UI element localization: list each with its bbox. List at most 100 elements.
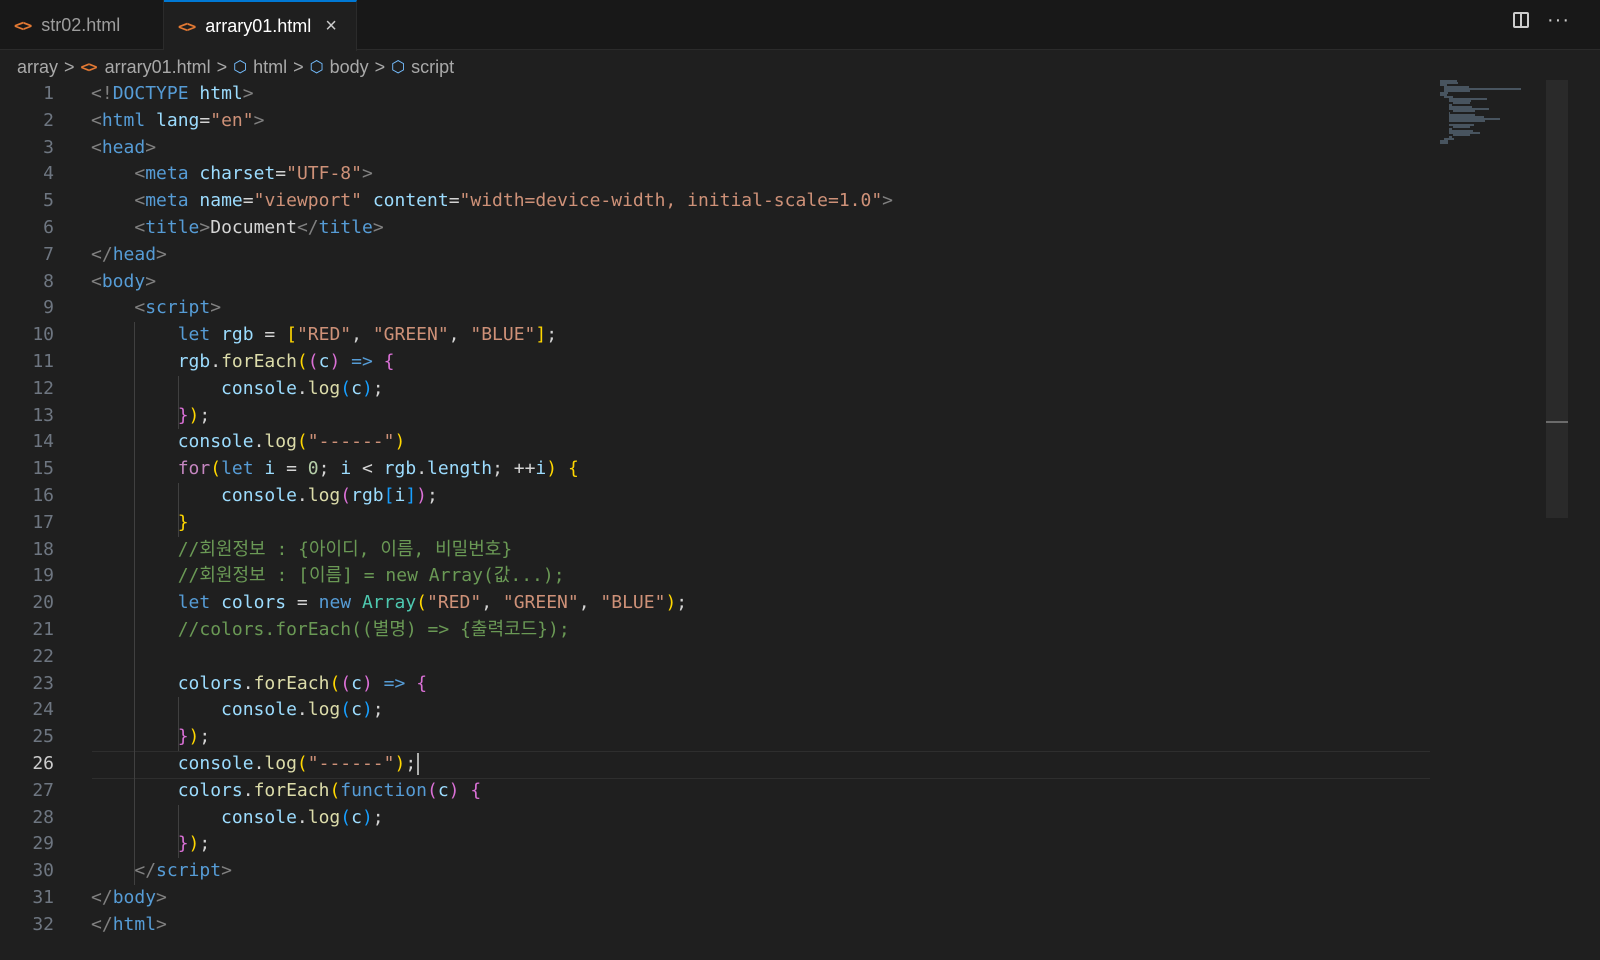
code-line[interactable]: 2 <html lang="en">: [0, 108, 1440, 135]
code-line[interactable]: 7 </head>: [0, 242, 1440, 269]
more-actions-icon[interactable]: ···: [1547, 10, 1570, 30]
code-token: i: [264, 458, 276, 480]
code-token: meta: [145, 163, 189, 185]
editor-actions: ···: [1513, 10, 1570, 30]
code-token: "------": [307, 753, 395, 774]
code-line[interactable]: 29 });: [0, 831, 1440, 858]
code-token: name: [199, 190, 243, 212]
code-line[interactable]: 20 let colors = new Array("RED", "GREEN"…: [0, 590, 1440, 617]
code-token: forEach: [253, 672, 330, 694]
line-code: console.log("------"): [91, 429, 406, 456]
breadcrumb-html[interactable]: ⬡ html: [233, 57, 287, 78]
code-line[interactable]: 1 <!DOCTYPE html>: [0, 81, 1440, 108]
code-token: "RED": [296, 324, 352, 346]
code-line[interactable]: 19 //회원정보 : [이름] = new Array(값...);: [0, 563, 1440, 590]
line-code: </html>: [91, 912, 167, 939]
tab-str02-html[interactable]: <> str02.html: [0, 0, 164, 50]
code-token: =: [253, 324, 287, 346]
code-token: ): [361, 806, 373, 828]
code-token: rgb: [351, 485, 384, 506]
code-line[interactable]: 16 console.log(rgb[i]);: [0, 483, 1440, 510]
tab-arrary01-html[interactable]: <> arrary01.html ×: [164, 0, 357, 51]
line-number: 23: [32, 672, 54, 694]
code-token: log: [264, 753, 297, 774]
code-token: ;: [427, 485, 438, 506]
code-line[interactable]: 24 console.log(c);: [0, 697, 1440, 724]
code-token: >: [361, 163, 373, 185]
code-line[interactable]: 13 });: [0, 403, 1440, 430]
code-line[interactable]: 8 <body>: [0, 269, 1440, 296]
code-token: ): [188, 833, 200, 855]
code-line[interactable]: 23 colors.forEach((c) => {: [0, 671, 1440, 698]
breadcrumb-file[interactable]: <> arrary01.html: [81, 57, 211, 78]
line-number: 4: [43, 163, 54, 185]
code-line[interactable]: 10 let rgb = ["RED", "GREEN", "BLUE"];: [0, 322, 1440, 349]
code-token: lang: [156, 109, 200, 131]
code-line[interactable]: 27 colors.forEach(function(c) {: [0, 778, 1440, 805]
breadcrumb-folder[interactable]: array: [17, 57, 58, 78]
code-token: "------": [307, 431, 395, 453]
line-number: 13: [32, 404, 54, 426]
code-line[interactable]: 17 }: [0, 510, 1440, 537]
line-number: 29: [32, 833, 54, 855]
code-line[interactable]: 28 console.log(c);: [0, 805, 1440, 832]
chevron-right-icon: >: [216, 56, 228, 77]
line-number: 21: [32, 619, 54, 640]
code-token: c: [351, 699, 362, 721]
code-editor[interactable]: 1 <!DOCTYPE html> 2 <html lang="en"> 3 <head>…: [0, 80, 1440, 960]
code-line[interactable]: 21 //colors.forEach((별명) => {출력코드});: [0, 617, 1440, 644]
code-line[interactable]: 25 });: [0, 724, 1440, 751]
vertical-scrollbar[interactable]: [1546, 80, 1568, 518]
code-line[interactable]: 14 console.log("------"): [0, 429, 1440, 456]
code-token: .: [242, 672, 254, 694]
code-line[interactable]: 5 <meta name="viewport" content="width=d…: [0, 188, 1440, 215]
code-token: body: [101, 270, 146, 292]
line-number: 3: [43, 136, 54, 158]
code-token: ): [329, 351, 341, 372]
code-line[interactable]: 32 </html>: [0, 912, 1440, 939]
code-line[interactable]: 3 <head>: [0, 135, 1440, 162]
code-token: .: [296, 699, 308, 721]
code-line[interactable]: 26 console.log("------");: [0, 751, 1440, 779]
code-line[interactable]: 12 console.log(c);: [0, 376, 1440, 403]
breadcrumb-html-label: html: [253, 56, 288, 77]
code-token: head: [112, 243, 157, 265]
minimap[interactable]: [1436, 80, 1546, 150]
code-token: >: [145, 136, 157, 158]
code-token: <: [134, 217, 146, 238]
code-line[interactable]: 30 </script>: [0, 858, 1440, 885]
split-editor-icon[interactable]: [1513, 12, 1530, 28]
breadcrumb-script[interactable]: ⬡ script: [391, 57, 454, 78]
code-line[interactable]: 9 <script>: [0, 295, 1440, 322]
code-token: ): [546, 458, 558, 480]
code-line[interactable]: 18 //회원정보 : {아이디, 이름, 비밀번호}: [0, 537, 1440, 564]
code-line[interactable]: 4 <meta charset="UTF-8">: [0, 161, 1440, 188]
line-number: 25: [32, 726, 54, 748]
code-token: (: [307, 351, 319, 372]
close-icon[interactable]: ×: [325, 15, 337, 38]
minimap-line: [1453, 126, 1470, 128]
breadcrumb-body[interactable]: ⬡ body: [310, 57, 369, 78]
line-number: 20: [32, 592, 54, 614]
indent-guide: [178, 375, 179, 430]
code-token: charset: [199, 163, 276, 185]
code-token: >: [156, 243, 167, 265]
code-token: ;: [199, 404, 211, 426]
code-token: console: [221, 377, 297, 399]
line-code: </script>: [91, 858, 232, 885]
code-line[interactable]: 11 rgb.forEach((c) => {: [0, 349, 1440, 376]
line-code: let rgb = ["RED", "GREEN", "BLUE"];: [91, 322, 557, 349]
code-line[interactable]: 22: [0, 644, 1440, 671]
line-number: 8: [43, 270, 54, 292]
symbol-cube-icon: ⬡: [233, 59, 248, 76]
line-code: console.log(rgb[i]);: [91, 483, 438, 510]
code-line[interactable]: 6 <title>Document</title>: [0, 215, 1440, 242]
code-line[interactable]: 15 for(let i = 0; i < rgb.length; ++i) {: [0, 456, 1440, 483]
code-line[interactable]: 31 </body>: [0, 885, 1440, 912]
code-token: ): [188, 404, 200, 426]
code-token: ;: [318, 458, 341, 480]
line-code: console.log("------");: [91, 751, 420, 778]
code-token: >: [221, 860, 232, 882]
